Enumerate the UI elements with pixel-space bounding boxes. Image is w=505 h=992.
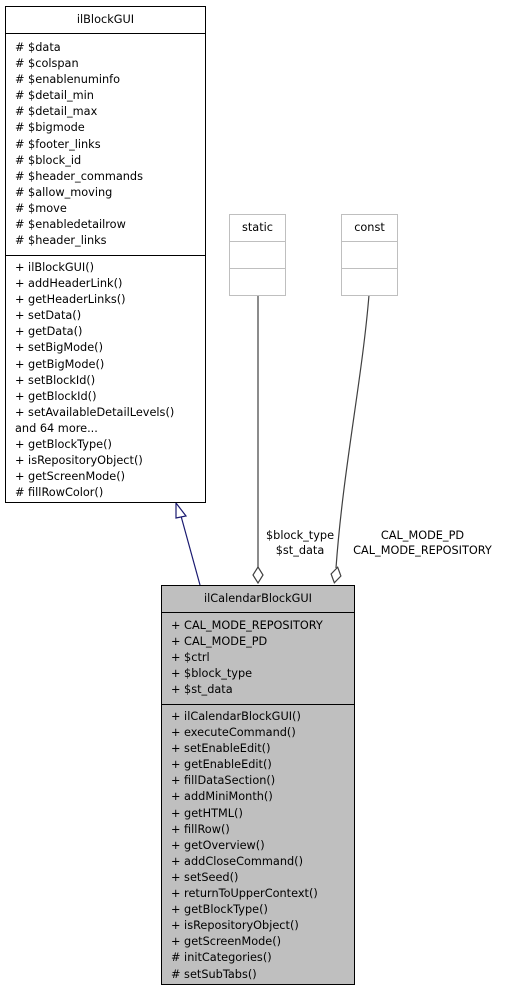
class-method: # setSubTabs() [171, 967, 257, 981]
class-method: + getBlockType() [171, 903, 268, 917]
class-attribute: + $block_type [171, 667, 253, 681]
class-method: + addHeaderLink() [15, 277, 123, 291]
class-attribute: # $enabledetailrow [15, 218, 126, 232]
class-title: ilBlockGUI [6, 7, 205, 34]
class-method: + setData() [15, 309, 82, 323]
class-method: + getBigMode() [15, 357, 105, 371]
class-attribute: # $data [15, 41, 61, 54]
class-method: + getData() [15, 325, 83, 339]
ghost-methods-section [342, 269, 397, 295]
class-attribute: + CAL_MODE_PD [171, 635, 268, 649]
attributes-section: + CAL_MODE_REPOSITORY + CAL_MODE_PD + $ctr… [162, 613, 354, 705]
edge-label-line: CAL_MODE_REPOSITORY [353, 544, 492, 557]
methods-section: + ilBlockGUI() + addHeaderLink() + getHead… [6, 256, 205, 504]
inheritance-arrowhead [175, 501, 188, 519]
ghost-attributes-section [342, 242, 397, 269]
class-method: + addCloseCommand() [171, 854, 303, 868]
class-attribute: # $footer_links [15, 137, 101, 151]
class-method: + getBlockType() [15, 438, 112, 452]
class-attribute: # $move [15, 201, 67, 215]
class-method: + ilBlockGUI() [15, 261, 95, 274]
class-attribute: + $ctrl [171, 651, 210, 665]
ghost-title: static [230, 215, 285, 242]
class-method: + fillDataSection() [171, 774, 276, 788]
class-method: + returnToUpperContext() [171, 887, 318, 901]
methods-section: + ilCalendarBlockGUI() + executeCommand()… [162, 705, 354, 986]
class-method: + getHTML() [171, 806, 243, 820]
ghost-node-const[interactable]: const [341, 214, 398, 296]
class-method: + getBlockId() [15, 389, 97, 403]
class-method: and 64 more... [15, 421, 98, 435]
class-method: + setBlockId() [15, 373, 96, 387]
attributes-section: # $data # $colspan # $enablenuminfo # $deta… [6, 34, 205, 256]
inheritance-edge [180, 515, 201, 586]
class-attribute: # $bigmode [15, 121, 85, 135]
class-attribute: # $enablenuminfo [15, 73, 121, 87]
class-method: # initCategories() [171, 951, 272, 965]
edge-label-line: CAL_MODE_PD [380, 529, 465, 542]
static-aggregation-diamond [252, 565, 264, 585]
edge-label-line: $st_data [275, 544, 325, 557]
class-method: + fillRow() [171, 822, 230, 836]
class-attribute: # $block_id [15, 153, 82, 167]
class-attribute: # $detail_max [15, 105, 98, 119]
const-aggregation-diamond [330, 566, 342, 584]
class-method: + ilCalendarBlockGUI() [171, 710, 301, 723]
edge-label-line: $block_type [265, 529, 335, 542]
class-attribute: # $allow_moving [15, 185, 113, 199]
class-method: + getScreenMode() [15, 470, 126, 484]
class-box-ilcalendarblockgui[interactable]: ilCalendarBlockGUI + CAL_MODE_REPOSITORY… [161, 585, 355, 985]
class-method: + getEnableEdit() [171, 758, 272, 772]
class-method: + getOverview() [171, 838, 265, 852]
class-method: # fillRowColor() [15, 486, 104, 500]
class-attribute: + $st_data [171, 683, 233, 697]
class-method: + getHeaderLinks() [15, 293, 126, 307]
class-method: + setBigMode() [15, 341, 103, 355]
class-method: + isRepositoryObject() [171, 919, 299, 933]
class-attribute: + CAL_MODE_REPOSITORY [171, 619, 323, 632]
edge-label-const: CAL_MODE_PD CAL_MODE_REPOSITORY [340, 528, 505, 558]
class-attribute: # $header_commands [15, 169, 143, 183]
ghost-node-static[interactable]: static [229, 214, 286, 296]
class-attribute: # $header_links [15, 234, 107, 248]
class-title: ilCalendarBlockGUI [162, 586, 354, 613]
class-attribute: # $detail_min [15, 89, 94, 103]
class-method: + getScreenMode() [171, 935, 282, 949]
class-attribute: # $colspan [15, 57, 79, 71]
class-box-ilblockgui[interactable]: ilBlockGUI # $data # $colspan # $enablenum… [5, 6, 206, 503]
ghost-title: const [342, 215, 397, 242]
class-method: + isRepositoryObject() [15, 454, 143, 468]
edge-label-static: $block_type $st_data [255, 528, 345, 558]
class-method: + executeCommand() [171, 726, 296, 740]
class-method: + setAvailableDetailLevels() [15, 405, 175, 419]
class-method: + addMiniMonth() [171, 790, 273, 804]
ghost-methods-section [230, 269, 285, 295]
class-method: + setEnableEdit() [171, 742, 271, 756]
ghost-attributes-section [230, 242, 285, 269]
class-method: + setSeed() [171, 870, 239, 884]
